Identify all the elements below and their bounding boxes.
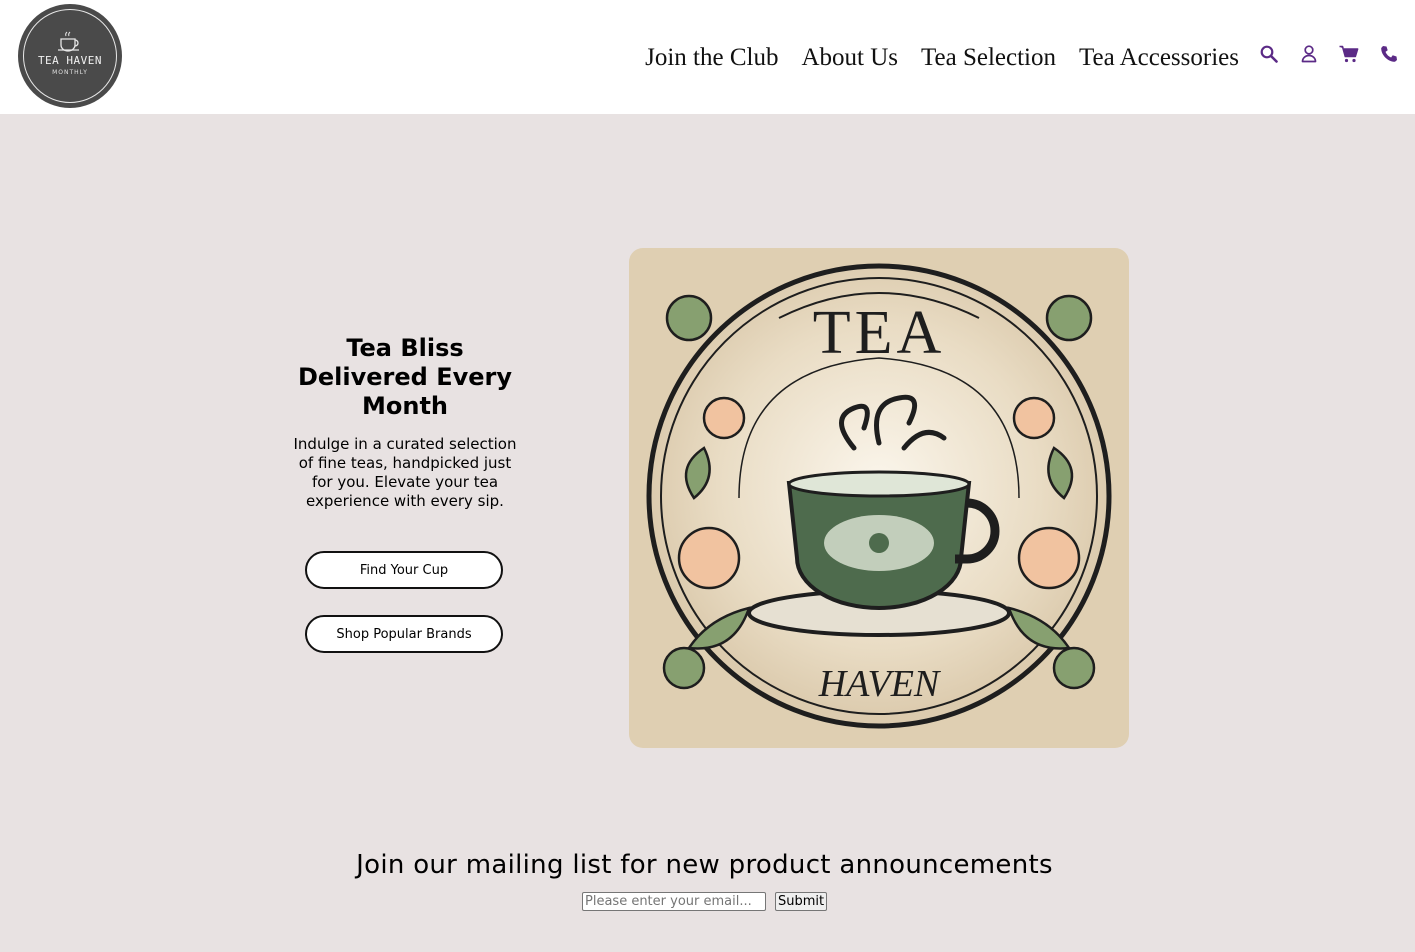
find-your-cup-button[interactable]: Find Your Cup	[305, 551, 503, 589]
mailing-form: Submit	[582, 892, 828, 911]
image-text-bottom: HAVEN	[818, 663, 942, 705]
image-text-top: TEA	[813, 299, 946, 367]
main-nav: Join the Club About Us Tea Selection Tea…	[645, 38, 1239, 78]
nav-about-us[interactable]: About Us	[801, 44, 898, 72]
hero-title: Tea Bliss Delivered Every Month	[297, 334, 513, 420]
logo-ring	[23, 9, 117, 103]
site-header: TEA HAVEN MONTHLY Join the Club About Us…	[0, 0, 1415, 114]
shop-popular-brands-button[interactable]: Shop Popular Brands	[305, 615, 503, 653]
hero-description: Indulge in a curated selection of fine t…	[293, 435, 517, 510]
nav-join-club[interactable]: Join the Club	[645, 44, 778, 72]
user-icon[interactable]	[1298, 43, 1320, 65]
phone-icon[interactable]	[1378, 43, 1400, 65]
submit-button[interactable]: Submit	[775, 892, 828, 911]
site-logo[interactable]: TEA HAVEN MONTHLY	[18, 4, 122, 108]
cart-icon[interactable]	[1338, 43, 1360, 65]
email-input[interactable]	[582, 892, 766, 911]
nav-tea-accessories[interactable]: Tea Accessories	[1079, 44, 1239, 72]
tea-haven-illustration: TEA HAVEN	[646, 263, 1112, 729]
hero-image: TEA HAVEN	[629, 248, 1129, 748]
header-icons	[1258, 42, 1400, 66]
hero-text: Tea Bliss Delivered Every Month Indulge …	[285, 334, 525, 511]
search-icon[interactable]	[1258, 43, 1280, 65]
mailing-list-title: Join our mailing list for new product an…	[356, 850, 1053, 880]
nav-tea-selection[interactable]: Tea Selection	[921, 44, 1056, 72]
